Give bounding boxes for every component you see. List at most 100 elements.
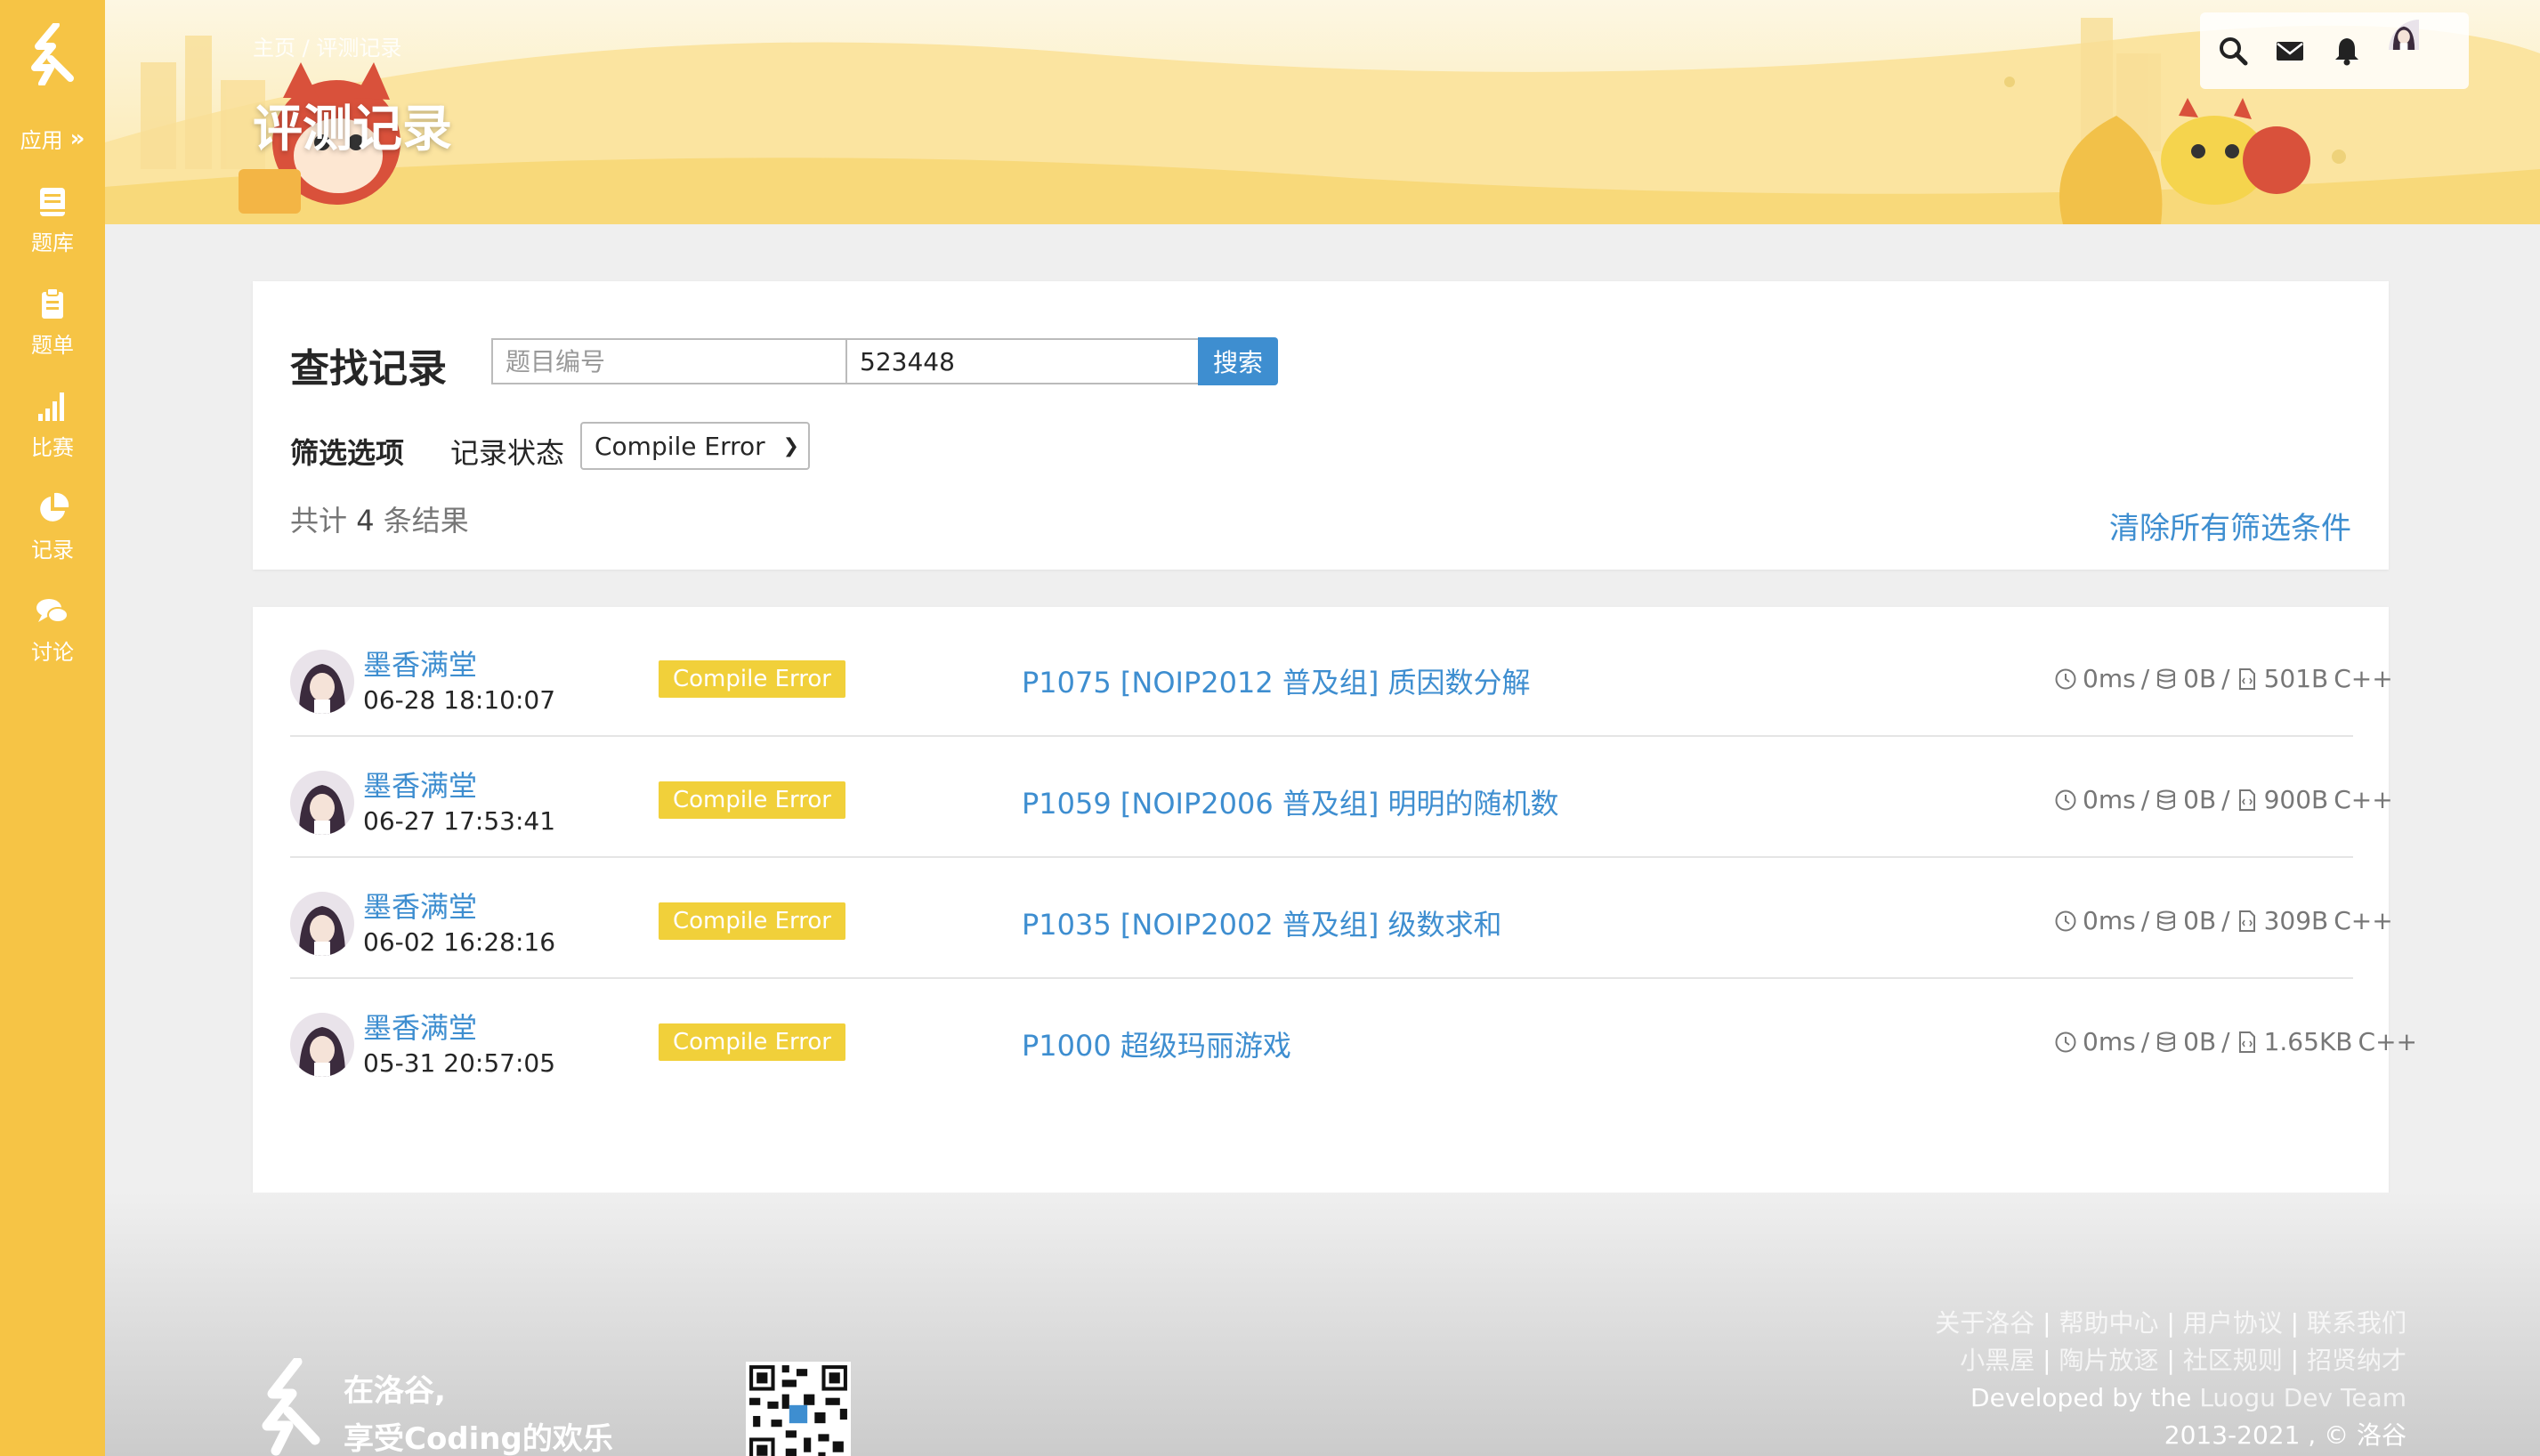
- status-badge[interactable]: Compile Error: [659, 660, 845, 698]
- record-memory: 0B: [2183, 664, 2217, 693]
- result-count: 共计 4 条结果: [290, 498, 469, 539]
- stats-separator: /: [2221, 906, 2230, 935]
- record-memory: 0B: [2183, 1027, 2217, 1056]
- status-badge[interactable]: Compile Error: [659, 1023, 845, 1061]
- record-code-size: 501B: [2263, 664, 2329, 693]
- bell-icon[interactable]: [2332, 36, 2362, 66]
- footer-link-ostracism[interactable]: 陶片放逐: [2059, 1346, 2158, 1375]
- problem-id-input[interactable]: [491, 338, 847, 384]
- avatar[interactable]: [290, 771, 354, 835]
- search-button[interactable]: 搜索: [1198, 337, 1278, 385]
- record-language: C++: [2334, 664, 2393, 693]
- clock-icon: [2055, 910, 2076, 931]
- result-count-number: 4: [356, 504, 375, 538]
- sidebar-item-records[interactable]: 记录: [0, 491, 105, 563]
- record-username[interactable]: 墨香满堂: [363, 1006, 477, 1047]
- clock-icon: [2055, 789, 2076, 810]
- stats-separator: /: [2221, 785, 2230, 814]
- record-status-label: 记录状态: [450, 436, 565, 470]
- sidebar-item-lists[interactable]: 题单: [0, 287, 105, 359]
- search-icon[interactable]: [2218, 36, 2248, 66]
- sidebar-item-label: 题库: [31, 231, 74, 255]
- comments-icon: [36, 599, 69, 623]
- footer-links: 关于洛谷 | 帮助中心 | 用户协议 | 联系我们 小黑屋 | 陶片放逐 | 社…: [1935, 1305, 2407, 1454]
- user-id-input[interactable]: [845, 338, 1201, 384]
- status-badge[interactable]: Compile Error: [659, 902, 845, 940]
- clipboard-icon: [42, 287, 63, 319]
- pie-chart-icon: [40, 492, 69, 522]
- page-title: 评测记录: [253, 101, 452, 158]
- stats-separator: /: [2140, 664, 2150, 693]
- footer-link-rules[interactable]: 社区规则: [2183, 1346, 2283, 1375]
- record-submit-time: 05-31 20:57:05: [363, 1048, 556, 1078]
- record-submit-time: 06-02 16:28:16: [363, 927, 556, 957]
- footer-slogan: 在洛谷, 享受Coding的欢乐: [344, 1367, 613, 1456]
- record-problem-link[interactable]: P1035 [NOIP2002 普及组] 级数求和: [1022, 902, 1502, 943]
- record-time-used: 0ms: [2083, 1027, 2136, 1056]
- slogan-line-1: 在洛谷,: [344, 1373, 446, 1409]
- footer-link-terms[interactable]: 用户协议: [2183, 1308, 2283, 1338]
- sidebar-apps-toggle[interactable]: 应用 »: [20, 123, 85, 154]
- status-badge[interactable]: Compile Error: [659, 781, 845, 819]
- footer-copyright: 2013-2021 , © 洛谷: [2164, 1420, 2407, 1450]
- footer-link-jobs[interactable]: 招贤纳才: [2307, 1346, 2407, 1375]
- record-row[interactable]: 墨香满堂 06-27 17:53:41 Compile Error P1059 …: [290, 748, 2393, 858]
- record-problem-link[interactable]: P1075 [NOIP2012 普及组] 质因数分解: [1022, 660, 1531, 701]
- result-count-suffix: 条结果: [383, 504, 469, 538]
- footer-link-help[interactable]: 帮助中心: [2059, 1308, 2158, 1338]
- record-username[interactable]: 墨香满堂: [363, 643, 477, 684]
- footer: 在洛谷, 享受Coding的欢乐 关于洛谷 | 帮助中心 | 用户协议 | 联系…: [105, 1193, 2540, 1456]
- footer-dev-team-link[interactable]: Luogu Dev Team: [2199, 1383, 2407, 1412]
- avatar[interactable]: [290, 892, 354, 956]
- database-icon: [2157, 910, 2176, 931]
- sidebar-item-problems[interactable]: 题库: [0, 184, 105, 256]
- record-problem-link[interactable]: P1059 [NOIP2006 普及组] 明明的随机数: [1022, 781, 1559, 822]
- luogu-logo-icon: [262, 1358, 320, 1456]
- sidebar-item-label: 比赛: [31, 435, 74, 460]
- database-icon: [2157, 668, 2176, 689]
- sidebar-item-label: 记录: [31, 538, 74, 562]
- footer-separator: |: [2166, 1346, 2183, 1375]
- footer-dev-prefix: Developed by the: [1970, 1383, 2192, 1412]
- file-code-icon: [2238, 1031, 2255, 1053]
- record-time-used: 0ms: [2083, 664, 2136, 693]
- sidebar-item-contests[interactable]: 比赛: [0, 389, 105, 461]
- record-status-select[interactable]: Compile Error ❯: [580, 422, 810, 470]
- stats-separator: /: [2140, 906, 2150, 935]
- clock-icon: [2055, 1031, 2076, 1052]
- footer-dev-credit: Developed by the Luogu Dev Team: [1935, 1379, 2407, 1417]
- luogu-logo-icon[interactable]: [26, 23, 79, 85]
- footer-separator: |: [2290, 1346, 2307, 1375]
- record-language: C++: [2334, 906, 2393, 935]
- stats-separator: /: [2221, 1027, 2230, 1056]
- search-card: 查找记录 搜索 筛选选项 记录状态 Compile Error ❯ 共计 4 条…: [253, 281, 2389, 570]
- mail-icon[interactable]: [2275, 36, 2305, 66]
- clear-filters-link[interactable]: 清除所有筛选条件: [2109, 504, 2351, 547]
- record-username[interactable]: 墨香满堂: [363, 885, 477, 926]
- stats-separator: /: [2140, 1027, 2150, 1056]
- record-stats: 0ms / 0B / 1.65KB C++: [2054, 1027, 2417, 1056]
- footer-links-row-2: 小黑屋 | 陶片放逐 | 社区规则 | 招贤纳才: [1935, 1342, 2407, 1379]
- record-code-size: 1.65KB: [2263, 1027, 2353, 1056]
- record-memory: 0B: [2183, 906, 2217, 935]
- record-row[interactable]: 墨香满堂 05-31 20:57:05 Compile Error P1000 …: [290, 990, 2417, 1100]
- record-language: C++: [2334, 785, 2393, 814]
- sidebar-item-discuss[interactable]: 讨论: [0, 594, 105, 666]
- breadcrumb[interactable]: 主页 / 评测记录: [253, 30, 401, 61]
- sidebar: 应用 » 题库 题单 比赛 记录 讨论: [0, 0, 105, 1456]
- record-username[interactable]: 墨香满堂: [363, 764, 477, 805]
- footer-link-contact[interactable]: 联系我们: [2307, 1308, 2407, 1338]
- avatar[interactable]: [290, 1013, 354, 1077]
- record-row[interactable]: 墨香满堂 06-02 16:28:16 Compile Error P1035 …: [290, 869, 2393, 979]
- record-submit-time: 06-27 17:53:41: [363, 806, 556, 836]
- avatar[interactable]: [290, 650, 354, 714]
- file-code-icon: [2238, 667, 2255, 690]
- user-avatar[interactable]: [2389, 20, 2451, 82]
- record-time-used: 0ms: [2083, 785, 2136, 814]
- footer-separator: |: [2290, 1308, 2307, 1338]
- clock-icon: [2055, 668, 2076, 689]
- footer-link-about[interactable]: 关于洛谷: [1935, 1308, 2034, 1338]
- record-problem-link[interactable]: P1000 超级玛丽游戏: [1022, 1023, 1291, 1064]
- footer-link-blacklist[interactable]: 小黑屋: [1960, 1346, 2034, 1375]
- record-row[interactable]: 墨香满堂 06-28 18:10:07 Compile Error P1075 …: [290, 627, 2393, 737]
